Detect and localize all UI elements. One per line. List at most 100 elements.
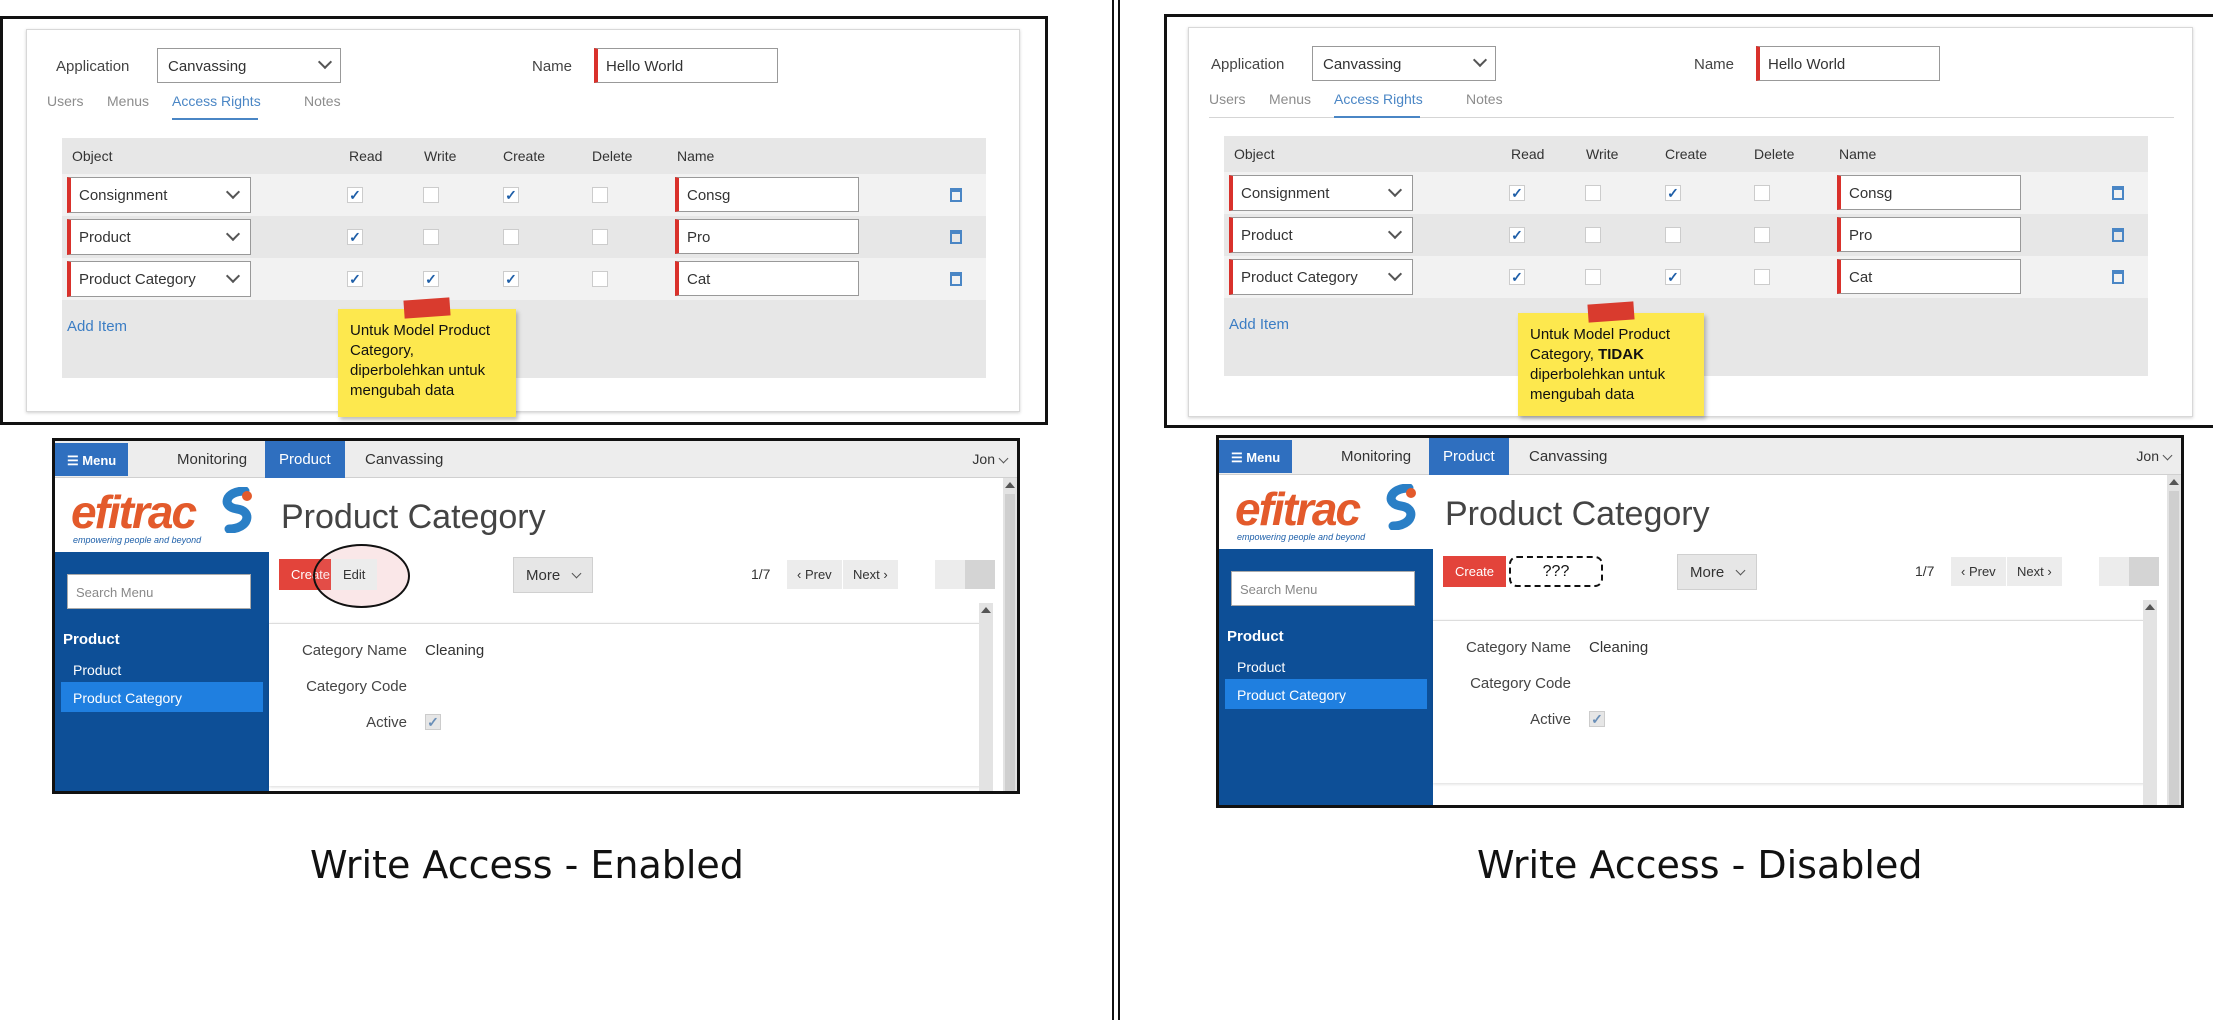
tab-users[interactable]: Users bbox=[47, 93, 84, 109]
tab-menus[interactable]: Menus bbox=[1269, 91, 1311, 107]
right-name-input[interactable]: Consg bbox=[675, 177, 859, 212]
add-item-link[interactable]: Add Item bbox=[1229, 316, 1289, 333]
scroll-up-icon[interactable] bbox=[2169, 479, 2179, 485]
search-menu-input[interactable]: Search Menu bbox=[67, 574, 251, 609]
object-select[interactable]: Consignment bbox=[67, 177, 251, 213]
read-checkbox[interactable]: ✓ bbox=[1509, 227, 1525, 243]
application-select[interactable]: Canvassing bbox=[1312, 46, 1496, 81]
tab-users[interactable]: Users bbox=[1209, 91, 1246, 107]
tab-access-rights[interactable]: Access Rights bbox=[1334, 91, 1423, 107]
nav-monitoring[interactable]: Monitoring bbox=[1327, 438, 1425, 475]
inner-scrollbar[interactable] bbox=[979, 603, 993, 791]
inner-scrollbar[interactable] bbox=[2143, 600, 2157, 805]
tab-access-rights[interactable]: Access Rights bbox=[172, 93, 261, 109]
menu-button[interactable]: ☰ Menu bbox=[1219, 440, 1293, 473]
tab-menus[interactable]: Menus bbox=[107, 93, 149, 109]
create-checkbox[interactable]: ✓ bbox=[503, 187, 519, 203]
object-select[interactable]: Product Category bbox=[67, 261, 251, 297]
trash-icon[interactable] bbox=[2112, 270, 2124, 284]
active-tab-indicator bbox=[172, 118, 258, 120]
write-checkbox[interactable] bbox=[423, 229, 439, 245]
read-checkbox[interactable]: ✓ bbox=[347, 187, 363, 203]
scroll-up-icon[interactable] bbox=[981, 607, 991, 613]
more-button[interactable]: More bbox=[513, 557, 593, 593]
object-select[interactable]: Product Category bbox=[1229, 259, 1413, 295]
user-menu[interactable]: Jon bbox=[2136, 448, 2159, 464]
right-name-input[interactable]: Pro bbox=[675, 219, 859, 254]
create-checkbox[interactable]: ✓ bbox=[1665, 269, 1681, 285]
scroll-up-icon[interactable] bbox=[2145, 604, 2155, 610]
form-view-icon[interactable] bbox=[965, 560, 995, 589]
next-button[interactable]: Next › bbox=[2007, 557, 2062, 586]
write-checkbox[interactable] bbox=[423, 187, 439, 203]
nav-canvassing[interactable]: Canvassing bbox=[1515, 438, 1621, 475]
read-checkbox[interactable]: ✓ bbox=[347, 229, 363, 245]
add-item-link[interactable]: Add Item bbox=[67, 318, 127, 335]
right-name-input[interactable]: Cat bbox=[675, 261, 859, 296]
note-emphasis: TIDAK bbox=[1598, 346, 1644, 363]
read-checkbox[interactable]: ✓ bbox=[347, 271, 363, 287]
right-name-input[interactable]: Pro bbox=[1837, 217, 2021, 252]
read-checkbox[interactable]: ✓ bbox=[1509, 269, 1525, 285]
object-select[interactable]: Product bbox=[1229, 217, 1413, 253]
create-checkbox[interactable] bbox=[1665, 227, 1681, 243]
delete-checkbox[interactable] bbox=[1754, 269, 1770, 285]
delete-checkbox[interactable] bbox=[592, 229, 608, 245]
delete-checkbox[interactable] bbox=[592, 187, 608, 203]
create-checkbox[interactable]: ✓ bbox=[503, 271, 519, 287]
application-select[interactable]: Canvassing bbox=[157, 48, 341, 83]
trash-icon[interactable] bbox=[950, 188, 962, 202]
list-view-icon[interactable] bbox=[2099, 557, 2129, 586]
prev-button[interactable]: ‹ Prev bbox=[787, 560, 842, 589]
outer-scrollbar[interactable] bbox=[2167, 475, 2181, 805]
name-input[interactable]: Hello World bbox=[594, 48, 778, 83]
name-input[interactable]: Hello World bbox=[1756, 46, 1940, 81]
tab-notes[interactable]: Notes bbox=[304, 93, 341, 109]
write-checkbox[interactable] bbox=[1585, 227, 1601, 243]
nav-product[interactable]: Product bbox=[1429, 438, 1509, 475]
scroll-up-icon[interactable] bbox=[1005, 482, 1015, 488]
trash-icon[interactable] bbox=[950, 272, 962, 286]
sidebar-item-product[interactable]: Product bbox=[61, 654, 263, 684]
write-checkbox[interactable] bbox=[1585, 269, 1601, 285]
create-checkbox[interactable]: ✓ bbox=[1665, 185, 1681, 201]
sidebar-item-product-category[interactable]: Product Category bbox=[1225, 679, 1427, 709]
write-checkbox[interactable] bbox=[1585, 185, 1601, 201]
read-checkbox[interactable]: ✓ bbox=[1509, 185, 1525, 201]
active-checkbox[interactable]: ✓ bbox=[425, 714, 441, 730]
delete-checkbox[interactable] bbox=[1754, 185, 1770, 201]
tab-notes[interactable]: Notes bbox=[1466, 91, 1503, 107]
create-button[interactable]: Create bbox=[1443, 556, 1507, 587]
pager-value: 1/7 bbox=[751, 566, 771, 582]
object-select[interactable]: Product bbox=[67, 219, 251, 255]
trash-icon[interactable] bbox=[2112, 186, 2124, 200]
user-menu[interactable]: Jon bbox=[972, 451, 995, 467]
form-view-icon[interactable] bbox=[2129, 557, 2159, 586]
delete-checkbox[interactable] bbox=[592, 271, 608, 287]
search-menu-input[interactable]: Search Menu bbox=[1231, 571, 1415, 606]
active-checkbox[interactable]: ✓ bbox=[1589, 711, 1605, 727]
scroll-thumb[interactable] bbox=[1005, 494, 1015, 791]
trash-icon[interactable] bbox=[950, 230, 962, 244]
prev-button[interactable]: ‹ Prev bbox=[1951, 557, 2006, 586]
trash-icon[interactable] bbox=[2112, 228, 2124, 242]
nav-canvassing[interactable]: Canvassing bbox=[351, 441, 457, 478]
menu-button[interactable]: ☰ Menu bbox=[55, 443, 129, 476]
nav-product[interactable]: Product bbox=[265, 441, 345, 478]
sidebar-item-product[interactable]: Product bbox=[1225, 651, 1427, 681]
write-checkbox[interactable]: ✓ bbox=[423, 271, 439, 287]
nav-monitoring[interactable]: Monitoring bbox=[163, 441, 261, 478]
list-view-icon[interactable] bbox=[935, 560, 965, 589]
sidebar-item-product-category[interactable]: Product Category bbox=[61, 682, 263, 712]
next-button[interactable]: Next › bbox=[843, 560, 898, 589]
create-checkbox[interactable] bbox=[503, 229, 519, 245]
outer-scrollbar[interactable] bbox=[1003, 478, 1017, 791]
delete-checkbox[interactable] bbox=[1754, 227, 1770, 243]
edit-button[interactable]: Edit bbox=[331, 559, 378, 590]
more-button[interactable]: More bbox=[1677, 554, 1757, 590]
right-name-input[interactable]: Consg bbox=[1837, 175, 2021, 210]
scroll-thumb[interactable] bbox=[2169, 491, 2179, 805]
right-name-input[interactable]: Cat bbox=[1837, 259, 2021, 294]
object-select[interactable]: Consignment bbox=[1229, 175, 1413, 211]
header-create: Create bbox=[1665, 146, 1708, 162]
